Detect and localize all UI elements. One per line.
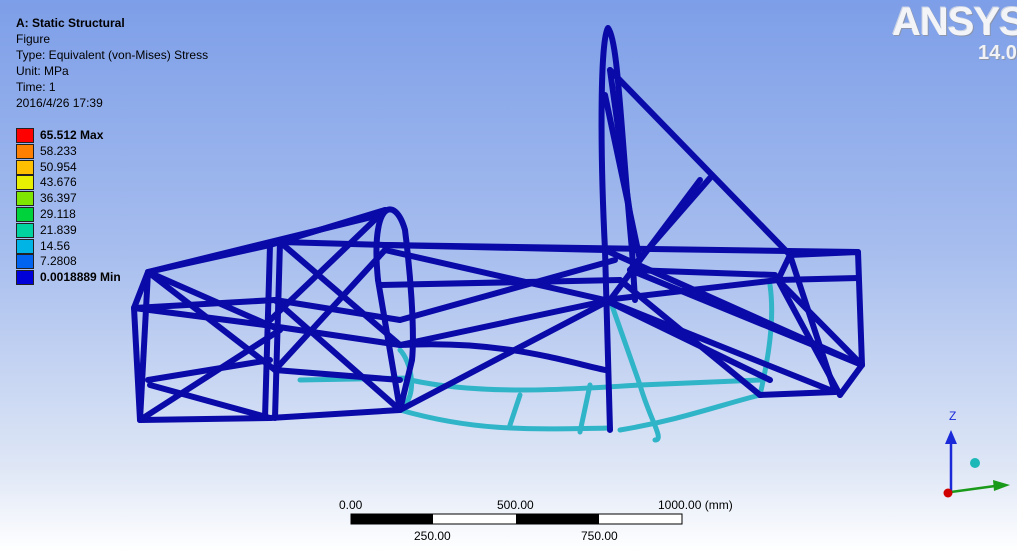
triad-z-label: Z [949,409,957,423]
graphics-viewport[interactable]: A: Static Structural Figure Type: Equiva… [0,0,1017,552]
axis-triad[interactable] [0,0,1017,552]
